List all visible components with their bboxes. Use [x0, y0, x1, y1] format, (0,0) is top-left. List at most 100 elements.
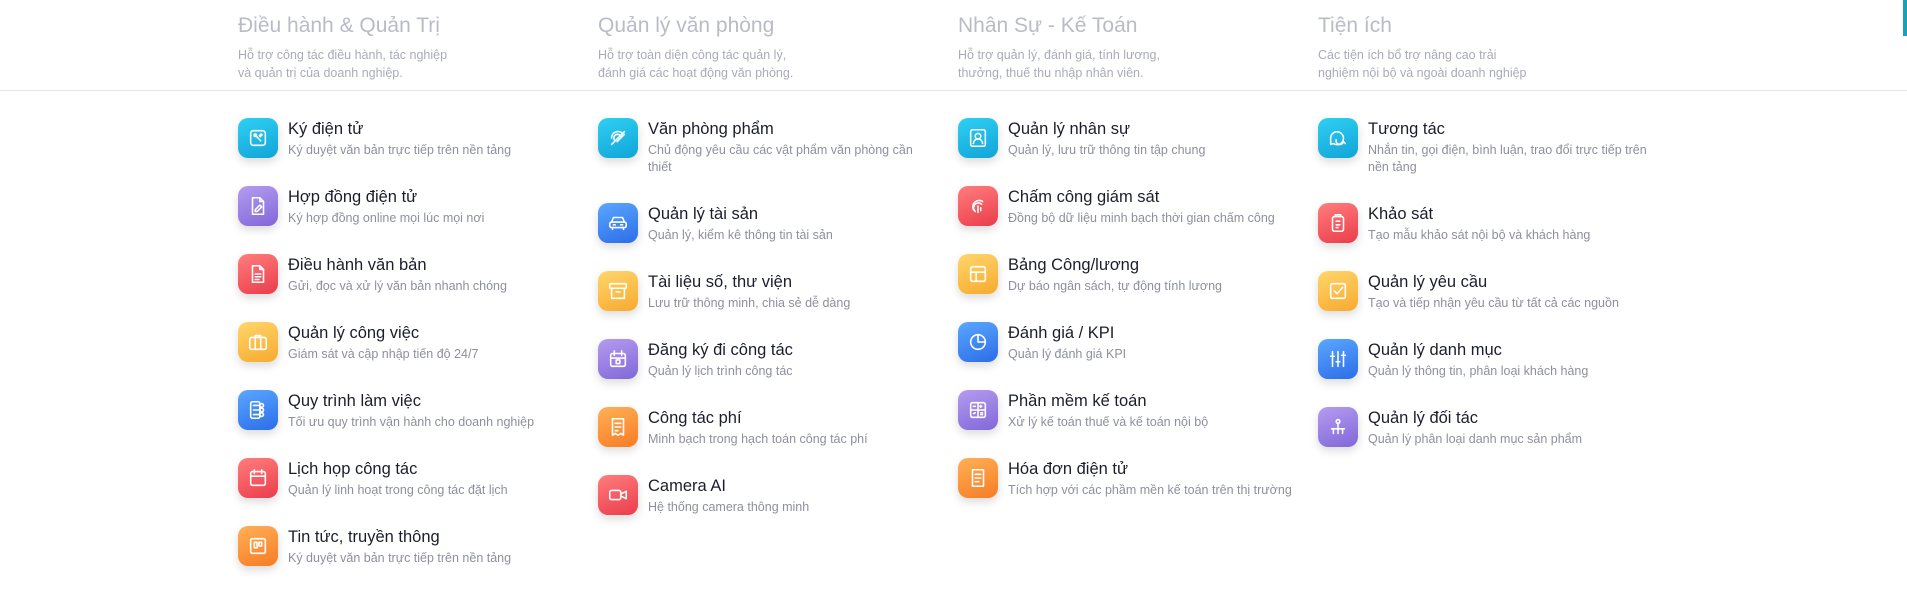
feature-desc: Ký duyệt văn bản trực tiếp trên nền tảng [288, 143, 512, 157]
layout-icon [958, 254, 998, 294]
column-title[interactable]: Quản lý văn phòng [598, 14, 918, 38]
feature-tuong-tac[interactable]: Tương tác Nhắn tin, gọi điện, bình luận, … [1318, 116, 1658, 176]
feature-desc: Quản lý linh hoạt trong công tác đặt lịc… [288, 483, 508, 497]
feature-camera-ai[interactable]: Camera AI Hệ thống camera thông minh [598, 473, 938, 516]
contract-icon [238, 186, 278, 226]
travel-icon [598, 339, 638, 379]
feature-dang-ky-di-cong-tac[interactable]: Đăng ký đi công tác Quản lý lịch trình cô… [598, 337, 938, 380]
feature-desc: Quản lý đánh giá KPI [1008, 347, 1127, 361]
feature-title: Quản lý nhân sự [1008, 120, 1131, 138]
feature-desc: Quản lý, kiểm kê thông tin tài sản [648, 228, 833, 242]
feature-quan-ly-doi-tac[interactable]: Quản lý đối tác Quản lý phân loại danh mụ… [1318, 405, 1658, 448]
workflow-icon [238, 390, 278, 430]
feature-desc: Giám sát và cập nhập tiến độ 24/7 [288, 347, 479, 361]
feature-desc: Tích hợp với các phầm mền kế toán trên t… [1008, 483, 1292, 497]
feature-title: Tài liệu số, thư viện [648, 273, 793, 291]
feature-desc: Ký duyệt văn bản trực tiếp trên nền tảng [288, 551, 512, 565]
feature-cong-tac-phi[interactable]: Công tác phí Minh bạch trong hạch toán cô… [598, 405, 938, 448]
feature-desc: Đồng bộ dữ liệu minh bạch thời gian chấm… [1008, 211, 1275, 225]
feature-desc: Lưu trữ thông minh, chia sẻ dễ dàng [648, 296, 851, 310]
feature-danh-gia-kpi[interactable]: Đánh giá / KPI Quản lý đánh giá KPI [958, 320, 1298, 363]
news-icon [238, 526, 278, 566]
feature-hop-dong-dien-tu[interactable]: Hợp đồng điện tử Ký hợp đồng online mọi l… [238, 184, 578, 227]
scrollbar-edge[interactable] [1903, 0, 1907, 36]
feature-phan-mem-ke-toan[interactable]: Phần mềm kế toán Xử lý kế toán thuế và kế… [958, 388, 1298, 431]
column-van-phong: Văn phòng phẩm Chủ động yêu cầu các vật p… [598, 116, 938, 541]
feature-quan-ly-yeu-cau[interactable]: Quản lý yêu cầu Tạo và tiếp nhận yêu cầu … [1318, 269, 1658, 312]
feature-cham-cong-giam-sat[interactable]: Chấm công giám sát Đồng bộ dữ liệu minh b… [958, 184, 1298, 227]
feature-desc: Quản lý phân loại danh mục sản phẩm [1368, 432, 1583, 446]
column-title[interactable]: Tiện ích [1318, 14, 1638, 38]
feature-title: Lịch họp công tác [288, 460, 418, 478]
feature-tai-lieu-so[interactable]: Tài liệu số, thư viện Lưu trữ thông minh,… [598, 269, 938, 312]
receipt-icon [598, 407, 638, 447]
feature-quy-trinh-lam-viec[interactable]: Quy trình làm việc Tối ưu quy trình vận h… [238, 388, 578, 431]
sign-icon [238, 118, 278, 158]
column-dieu-hanh: Ký điện tử Ký duyệt văn bản trực tiếp trê… [238, 116, 578, 592]
car-icon [598, 203, 638, 243]
feature-desc: Ký hợp đồng online mọi lúc mọi nơi [288, 211, 485, 225]
fingerprint-icon [958, 186, 998, 226]
feature-desc: Minh bạch trong hạch toán công tác phí [648, 432, 868, 446]
feature-desc: Tạo mẫu khảo sát nội bộ và khách hàng [1368, 228, 1591, 242]
document-icon [238, 254, 278, 294]
feature-desc: Nhắn tin, gọi điện, bình luận, trao đổi … [1368, 143, 1647, 174]
feature-quan-ly-tai-san[interactable]: Quản lý tài sản Quản lý, kiểm kê thông ti… [598, 201, 938, 244]
feature-title: Phần mềm kế toán [1008, 392, 1147, 410]
feature-title: Hợp đồng điện tử [288, 188, 418, 206]
feature-hoa-don-dien-tu[interactable]: Hóa đơn điện tử Tích hợp với các phầm mền… [958, 456, 1298, 499]
column-subtitle: Hỗ trợ quản lý, đánh giá, tính lương, th… [958, 48, 1160, 80]
feature-quan-ly-nhan-su[interactable]: Quản lý nhân sự Quản lý, lưu trữ thông ti… [958, 116, 1298, 159]
feature-lich-hop-cong-tac[interactable]: Lịch họp công tác Quản lý linh hoạt trong… [238, 456, 578, 499]
column-header-nhan-su: Nhân Sự - Kế Toán Hỗ trợ quản lý, đánh g… [958, 14, 1278, 82]
person-icon [958, 118, 998, 158]
pie-chart-icon [958, 322, 998, 362]
feature-quan-ly-danh-muc[interactable]: Quản lý danh mục Quản lý thông tin, phân … [1318, 337, 1658, 380]
categories-header: Điều hành & Quản Trị Hỗ trợ công tác điề… [0, 0, 1907, 91]
feature-title: Văn phòng phẩm [648, 120, 774, 138]
feature-title: Quản lý danh mục [1368, 341, 1502, 359]
feature-desc: Quản lý thông tin, phân loại khách hàng [1368, 364, 1589, 378]
feature-desc: Quản lý lịch trình công tác [648, 364, 793, 378]
feature-tin-tuc-truyen-thong[interactable]: Tin tức, truyền thông Ký duyệt văn bản tr… [238, 524, 578, 567]
column-header-dieu-hanh: Điều hành & Quản Trị Hỗ trợ công tác điề… [238, 14, 558, 82]
column-subtitle: Các tiện ích bổ trợ nâng cao trải nghiệm… [1318, 48, 1527, 80]
feature-title: Quy trình làm việc [288, 392, 421, 410]
feature-title: Quản lý đối tác [1368, 409, 1479, 427]
column-title[interactable]: Nhân Sự - Kế Toán [958, 14, 1278, 38]
feature-title: Quản lý công việc [288, 324, 420, 342]
feature-title: Hóa đơn điện tử [1008, 460, 1129, 478]
column-tien-ich: Tương tác Nhắn tin, gọi điện, bình luận, … [1318, 116, 1658, 473]
feature-dieu-hanh-van-ban[interactable]: Điều hành văn bản Gửi, đọc và xử lý văn b… [238, 252, 578, 295]
column-title[interactable]: Điều hành & Quản Trị [238, 14, 558, 38]
column-nhan-su: Quản lý nhân sự Quản lý, lưu trữ thông ti… [958, 116, 1298, 524]
feature-title: Điều hành văn bản [288, 256, 427, 274]
feature-ky-dien-tu[interactable]: Ký điện tử Ký duyệt văn bản trực tiếp trê… [238, 116, 578, 159]
camera-icon [598, 475, 638, 515]
feature-title: Tương tác [1368, 120, 1445, 138]
feature-title: Camera AI [648, 477, 726, 495]
feature-desc: Gửi, đọc và xử lý văn bản nhanh chóng [288, 279, 507, 293]
feature-title: Công tác phí [648, 409, 742, 427]
feature-title: Đăng ký đi công tác [648, 341, 793, 359]
network-icon [1318, 407, 1358, 447]
checkbox-icon [1318, 271, 1358, 311]
feature-bang-cong-luong[interactable]: Bảng Công/lương Dự báo ngân sách, tự động… [958, 252, 1298, 295]
column-header-van-phong: Quản lý văn phòng Hỗ trợ toàn diện công … [598, 14, 918, 82]
calculator-icon [958, 390, 998, 430]
feature-title: Tin tức, truyền thông [288, 528, 440, 546]
chat-icon [1318, 118, 1358, 158]
feature-desc: Xử lý kế toán thuế và kế toán nội bộ [1008, 415, 1209, 429]
feature-title: Chấm công giám sát [1008, 188, 1160, 206]
feature-title: Bảng Công/lương [1008, 256, 1140, 274]
feature-van-phong-pham[interactable]: Văn phòng phẩm Chủ động yêu cầu các vật p… [598, 116, 938, 176]
sliders-icon [1318, 339, 1358, 379]
feature-desc: Tối ưu quy trình vận hành cho doanh nghi… [288, 415, 535, 429]
feature-quan-ly-cong-viec[interactable]: Quản lý công việc Giám sát và cập nhập ti… [238, 320, 578, 363]
column-header-tien-ich: Tiện ích Các tiện ích bổ trợ nâng cao tr… [1318, 14, 1638, 82]
column-subtitle: Hỗ trợ công tác điều hành, tác nghiệp và… [238, 48, 448, 80]
briefcase-icon [238, 322, 278, 362]
calendar-icon [238, 458, 278, 498]
feature-desc: Hệ thống camera thông minh [648, 500, 810, 514]
feature-khao-sat[interactable]: Khảo sát Tạo mẫu khảo sát nội bộ và khách… [1318, 201, 1658, 244]
